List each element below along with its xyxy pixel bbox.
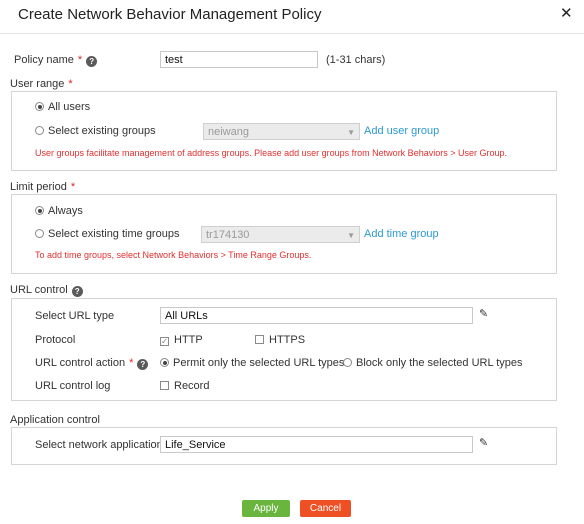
user-range-note: User groups facilitate management of add…	[35, 148, 507, 158]
select-time-groups-option[interactable]: Select existing time groups	[35, 228, 179, 240]
select-groups-radio[interactable]	[35, 126, 44, 135]
dialog-title: Create Network Behavior Management Polic…	[18, 6, 322, 23]
user-range-heading: User range *	[10, 78, 73, 90]
block-label: Block only the selected URL types	[356, 357, 523, 369]
user-range-panel: All users Select existing groups neiwang…	[11, 91, 557, 171]
http-option: ✓ HTTP	[160, 334, 203, 346]
required-star: *	[77, 54, 83, 66]
all-users-radio[interactable]	[35, 102, 44, 111]
add-user-group-link[interactable]: Add user group	[364, 125, 439, 137]
user-range-label: User range	[10, 78, 65, 90]
time-group-select[interactable]: tr174130 ▼	[201, 226, 360, 243]
select-groups-label: Select existing groups	[48, 125, 156, 137]
select-groups-option[interactable]: Select existing groups	[35, 125, 156, 137]
help-icon[interactable]: ?	[71, 286, 83, 297]
https-checkbox	[255, 335, 264, 344]
required-star: *	[70, 181, 76, 193]
permit-radio[interactable]	[160, 358, 169, 367]
url-control-heading: URL control?	[10, 284, 83, 297]
user-group-select-value: neiwang	[208, 126, 249, 138]
limit-period-note: To add time groups, select Network Behav…	[35, 250, 312, 260]
apps-input[interactable]: Life_Service	[160, 436, 473, 453]
url-control-label: URL control	[10, 284, 68, 296]
always-option[interactable]: Always	[35, 205, 83, 217]
required-star: *	[68, 78, 73, 90]
edit-pencil-icon[interactable]: ✎	[479, 436, 488, 449]
select-time-groups-label: Select existing time groups	[48, 228, 180, 240]
edit-pencil-icon[interactable]: ✎	[479, 307, 488, 320]
close-icon[interactable]: ✕	[560, 4, 573, 22]
url-action-label-row: URL control action *?	[35, 357, 149, 370]
policy-name-input[interactable]: test	[160, 51, 318, 68]
header-divider	[0, 33, 584, 34]
record-option[interactable]: Record	[160, 380, 209, 392]
url-type-label: Select URL type	[35, 310, 115, 322]
url-control-panel: Select URL type All URLs ✎ Protocol ✓ HTT…	[11, 298, 557, 401]
permit-label: Permit only the selected URL types	[173, 357, 345, 369]
http-checkbox: ✓	[160, 337, 169, 346]
always-radio[interactable]	[35, 206, 44, 215]
chevron-down-icon: ▼	[347, 231, 355, 240]
policy-name-label: Policy name	[14, 54, 74, 66]
block-radio[interactable]	[343, 358, 352, 367]
policy-name-hint: (1-31 chars)	[326, 54, 386, 66]
limit-period-label: Limit period	[10, 181, 67, 193]
time-group-select-value: tr174130	[206, 229, 250, 241]
url-log-label: URL control log	[35, 380, 111, 392]
https-option: HTTPS	[255, 334, 305, 346]
url-action-label: URL control action	[35, 357, 126, 369]
user-group-select[interactable]: neiwang ▼	[203, 123, 360, 140]
app-control-label: Application control	[10, 414, 100, 426]
help-icon[interactable]: ?	[86, 56, 98, 67]
protocol-label: Protocol	[35, 334, 76, 346]
apply-button[interactable]: Apply	[242, 500, 290, 517]
required-star: *	[129, 357, 134, 369]
record-label: Record	[174, 380, 210, 392]
record-checkbox[interactable]	[160, 381, 169, 390]
select-time-groups-radio[interactable]	[35, 229, 44, 238]
http-label: HTTP	[174, 334, 203, 346]
select-apps-label: Select network applications	[35, 439, 169, 451]
url-type-input[interactable]: All URLs	[160, 307, 473, 324]
all-users-option[interactable]: All users	[35, 101, 90, 113]
app-control-panel: Select network applications Life_Service…	[11, 427, 557, 465]
all-users-label: All users	[48, 101, 91, 113]
permit-option[interactable]: Permit only the selected URL types	[160, 357, 344, 369]
limit-period-heading: Limit period *	[10, 181, 75, 193]
https-label: HTTPS	[269, 334, 306, 346]
add-time-group-link[interactable]: Add time group	[364, 228, 439, 240]
always-label: Always	[48, 205, 83, 217]
block-option[interactable]: Block only the selected URL types	[343, 357, 523, 369]
limit-period-panel: Always Select existing time groups tr174…	[11, 194, 557, 274]
cancel-button[interactable]: Cancel	[300, 500, 351, 517]
help-icon[interactable]: ?	[137, 359, 149, 370]
chevron-down-icon: ▼	[347, 128, 355, 137]
policy-name-label-row: Policy name *?	[14, 54, 98, 67]
